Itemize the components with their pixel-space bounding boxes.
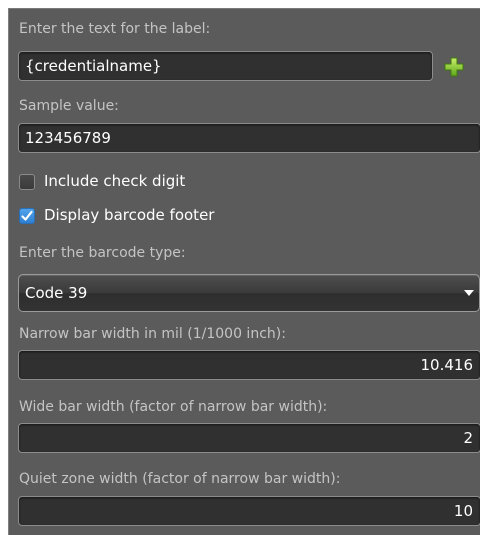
- barcode-type-selected: Code 39: [25, 284, 88, 302]
- barcode-type-caption: Enter the barcode type:: [19, 245, 186, 261]
- display-barcode-footer-label: Display barcode footer: [44, 206, 215, 224]
- barcode-type-dropdown[interactable]: Code 39: [18, 274, 480, 312]
- sample-value-input[interactable]: 123456789: [18, 123, 480, 153]
- barcode-properties-panel: Enter the text for the label: {credentia…: [8, 8, 480, 535]
- quiet-zone-width-caption: Quiet zone width (factor of narrow bar w…: [19, 471, 341, 487]
- narrow-bar-width-input[interactable]: 10.416: [18, 350, 480, 380]
- display-barcode-footer-checkbox[interactable]: Display barcode footer: [19, 206, 319, 226]
- plus-icon[interactable]: [443, 56, 465, 78]
- include-check-digit-checkbox[interactable]: Include check digit: [19, 172, 319, 192]
- checkbox-unchecked-icon[interactable]: [19, 174, 35, 190]
- label-text-input[interactable]: {credentialname}: [18, 51, 433, 81]
- sample-value-caption: Sample value:: [19, 98, 119, 114]
- checkmark-icon[interactable]: [19, 208, 35, 224]
- wide-bar-width-input[interactable]: 2: [18, 423, 480, 453]
- quiet-zone-width-input[interactable]: 10: [18, 496, 480, 526]
- label-text-caption: Enter the text for the label:: [19, 21, 211, 37]
- narrow-bar-width-caption: Narrow bar width in mil (1/1000 inch):: [19, 326, 286, 342]
- chevron-down-icon[interactable]: [464, 290, 474, 296]
- include-check-digit-label: Include check digit: [44, 172, 186, 190]
- wide-bar-width-caption: Wide bar width (factor of narrow bar wid…: [19, 399, 328, 415]
